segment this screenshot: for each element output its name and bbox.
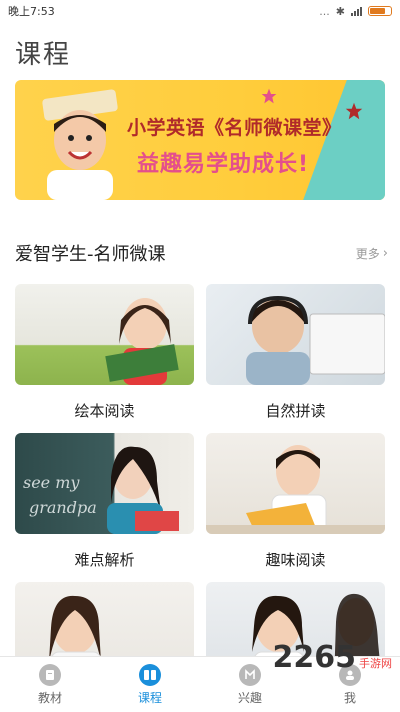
watermark-site: 手游网 — [359, 657, 392, 670]
promo-banner[interactable]: 小学英语《名师微课堂》 益趣易学助成长! — [15, 80, 385, 200]
course-icon — [139, 663, 161, 686]
interest-icon — [239, 663, 261, 686]
course-thumbnail: see my grandpa — [15, 433, 194, 534]
more-link[interactable]: 更多 › — [356, 245, 388, 262]
course-title: 自然拼读 — [265, 402, 326, 420]
chevron-right-icon: › — [382, 246, 388, 261]
nav-label: 兴趣 — [237, 690, 262, 705]
banner-child-photo — [42, 89, 118, 200]
more-label: 更多 — [355, 247, 380, 261]
course-card[interactable]: 绘本阅读 — [15, 284, 194, 421]
svg-text:see my: see my — [23, 473, 80, 492]
nav-label: 我 — [343, 690, 356, 705]
nav-label: 课程 — [137, 690, 162, 705]
course-title: 趣味阅读 — [265, 551, 326, 569]
bluetooth-icon: ✱ — [335, 4, 345, 18]
course-title: 绘本阅读 — [74, 402, 135, 420]
section-title: 爱智学生-名师微课 — [15, 244, 166, 265]
site-watermark: 2265 手游网 — [273, 640, 393, 675]
status-icons: ... ✱ — [319, 5, 392, 18]
more-dots-icon: ... — [319, 4, 330, 18]
course-card[interactable]: 自然拼读 — [206, 284, 385, 421]
battery-icon — [368, 6, 392, 16]
nav-item-course[interactable]: 课程 — [115, 663, 185, 706]
star-icon — [261, 88, 277, 104]
banner-stripe — [303, 80, 385, 200]
status-time: 晚上7:53 — [8, 5, 55, 18]
star-icon — [345, 102, 363, 120]
course-card[interactable]: see my grandpa 难点解析 — [15, 433, 194, 570]
nav-label: 教材 — [37, 690, 62, 705]
status-bar: 晚上7:53 ... ✱ — [0, 0, 400, 22]
course-card[interactable]: 趣味阅读 — [206, 433, 385, 570]
nav-item-textbook[interactable]: 教材 — [15, 663, 85, 706]
book-icon — [39, 663, 61, 686]
course-thumbnail — [206, 433, 385, 534]
watermark-number: 2265 — [272, 640, 357, 675]
banner-subtitle: 益趣易学助成长! — [137, 152, 310, 177]
course-thumbnail — [206, 284, 385, 385]
course-title: 难点解析 — [74, 551, 135, 569]
svg-text:grandpa: grandpa — [29, 498, 97, 517]
course-thumbnail — [15, 284, 194, 385]
signal-icon — [351, 6, 362, 16]
page-title: 课程 — [15, 40, 72, 70]
banner-title: 小学英语《名师微课堂》 — [127, 117, 342, 139]
